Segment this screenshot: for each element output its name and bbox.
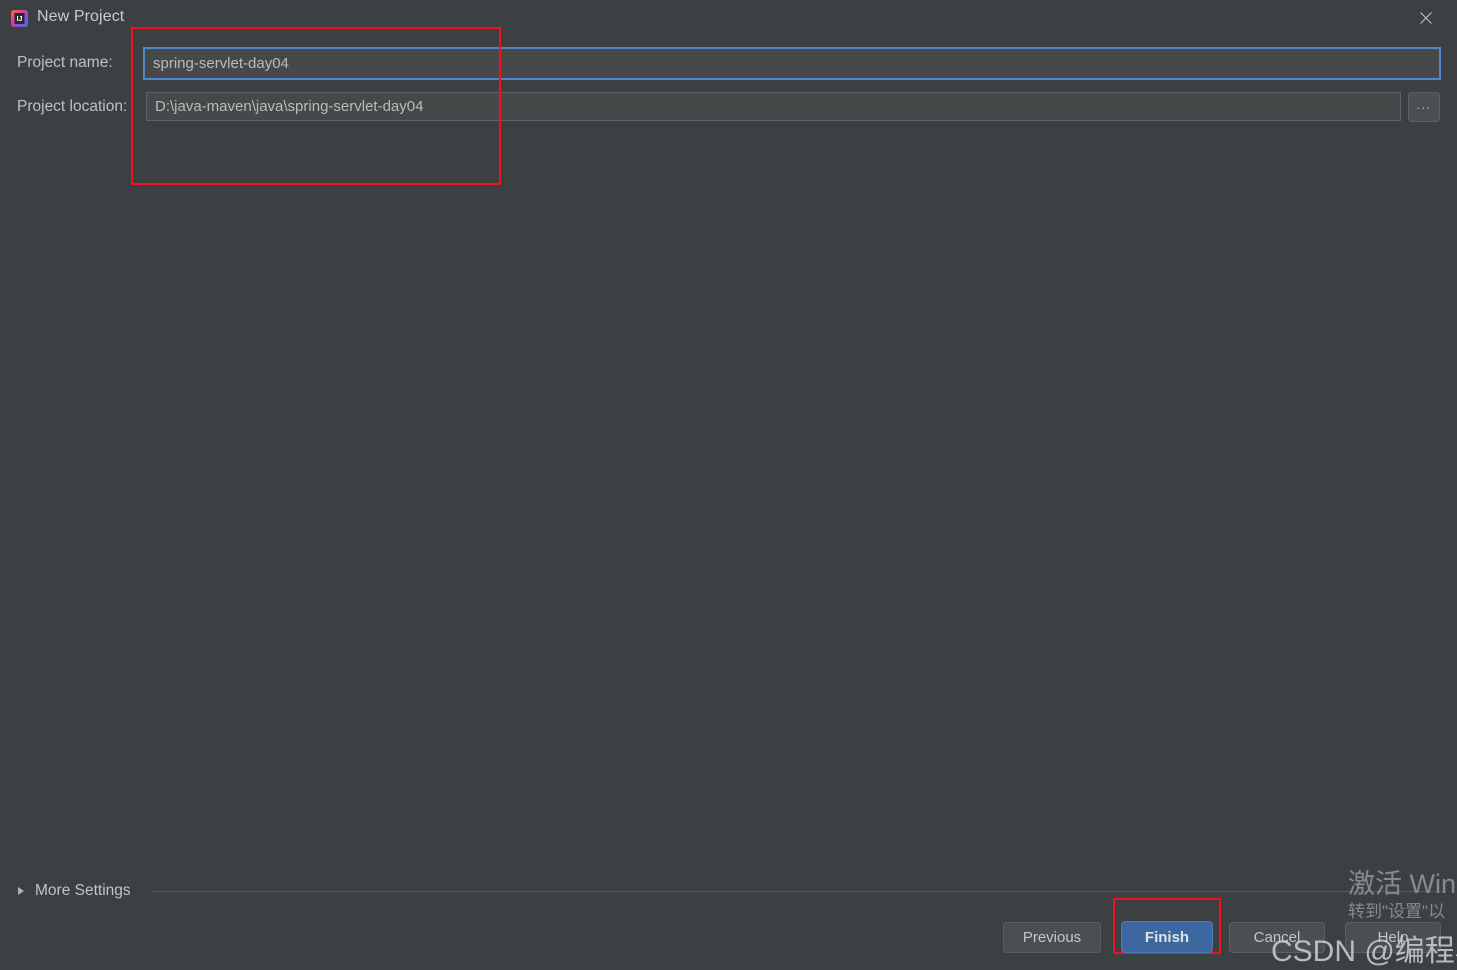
window-title: New Project [37, 8, 125, 25]
project-location-label: Project location: [17, 98, 128, 115]
project-name-label: Project name: [17, 54, 113, 71]
more-settings-toggle[interactable]: More Settings [18, 879, 131, 903]
project-location-input[interactable] [146, 92, 1401, 121]
cancel-button[interactable]: Cancel [1229, 922, 1325, 953]
previous-button[interactable]: Previous [1003, 922, 1101, 953]
close-icon[interactable] [1403, 2, 1449, 34]
browse-location-button[interactable]: ... [1408, 92, 1440, 122]
svg-text:IJ: IJ [17, 16, 23, 23]
windows-activation-line1: 激活 Win [1348, 869, 1456, 899]
finish-button[interactable]: Finish [1121, 921, 1213, 953]
windows-activation-line2: 转到"设置"以 [1348, 902, 1446, 921]
chevron-right-icon [18, 887, 24, 895]
ellipsis-icon: ... [1416, 96, 1432, 112]
title-bar: IJ New Project [0, 0, 1457, 37]
section-divider [153, 891, 1446, 892]
intellij-idea-icon: IJ [10, 9, 29, 28]
help-button[interactable]: Help [1345, 922, 1441, 953]
windows-activation-watermark: 激活 Win 转到"设置"以 [1348, 868, 1456, 924]
project-name-input[interactable] [143, 47, 1441, 80]
more-settings-label: More Settings [35, 882, 131, 899]
